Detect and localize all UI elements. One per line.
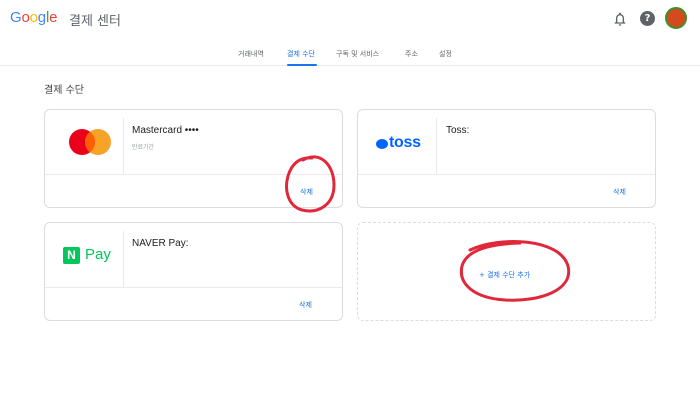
logo-letter: g: [37, 9, 46, 26]
add-payment-method-card[interactable]: + 결제 수단 추가: [357, 222, 656, 321]
toss-wordmark: toss: [389, 134, 421, 151]
toss-wave-icon: [376, 139, 388, 149]
delete-button[interactable]: 삭제: [299, 300, 312, 310]
tab-settings[interactable]: 설정: [439, 49, 452, 59]
google-logo[interactable]: Google: [10, 9, 57, 26]
payment-card-naver-pay: N Pay NAVER Pay: 삭제: [44, 222, 343, 321]
logo-letter: e: [49, 9, 58, 26]
logo-letter: o: [29, 9, 38, 26]
logo-letter: o: [21, 9, 30, 26]
delete-button[interactable]: 삭제: [300, 187, 313, 197]
card-name: Toss:: [446, 125, 470, 136]
card-expiry-label: 만료기간: [132, 144, 155, 151]
card-name: Mastercard ••••: [132, 125, 199, 136]
card-separator: [123, 231, 124, 287]
card-divider: [45, 174, 342, 175]
mastercard-logo-icon: [69, 129, 111, 155]
avatar[interactable]: [665, 7, 687, 29]
payment-card-mastercard: Mastercard •••• 만료기간 삭제: [44, 109, 343, 208]
card-divider: [358, 174, 655, 175]
nav-tabs: 거래내역 결제 수단 구독 및 서비스 주소 설정: [0, 40, 700, 66]
delete-button[interactable]: 삭제: [613, 187, 626, 197]
bell-icon[interactable]: [612, 11, 628, 27]
add-payment-method-button[interactable]: + 결제 수단 추가: [479, 270, 530, 280]
card-separator: [436, 118, 437, 174]
section-title: 결제 수단: [44, 85, 84, 96]
tab-addresses[interactable]: 주소: [405, 49, 418, 59]
tab-subscriptions[interactable]: 구독 및 서비스: [336, 49, 379, 59]
card-name: NAVER Pay:: [132, 238, 189, 249]
product-title: 결제 센터: [69, 14, 121, 29]
active-tab-indicator: [287, 64, 317, 66]
naver-n-mark: N: [63, 247, 80, 264]
payment-card-toss: toss Toss: 삭제: [357, 109, 656, 208]
logo-letter: G: [10, 9, 22, 26]
tab-payment-methods[interactable]: 결제 수단: [287, 49, 315, 59]
card-divider: [45, 287, 342, 288]
top-bar: Google 결제 센터 ?: [0, 0, 700, 40]
naver-pay-wordmark: Pay: [85, 246, 111, 263]
tab-transactions[interactable]: 거래내역: [238, 49, 264, 59]
help-icon[interactable]: ?: [640, 11, 655, 26]
card-separator: [123, 118, 124, 174]
